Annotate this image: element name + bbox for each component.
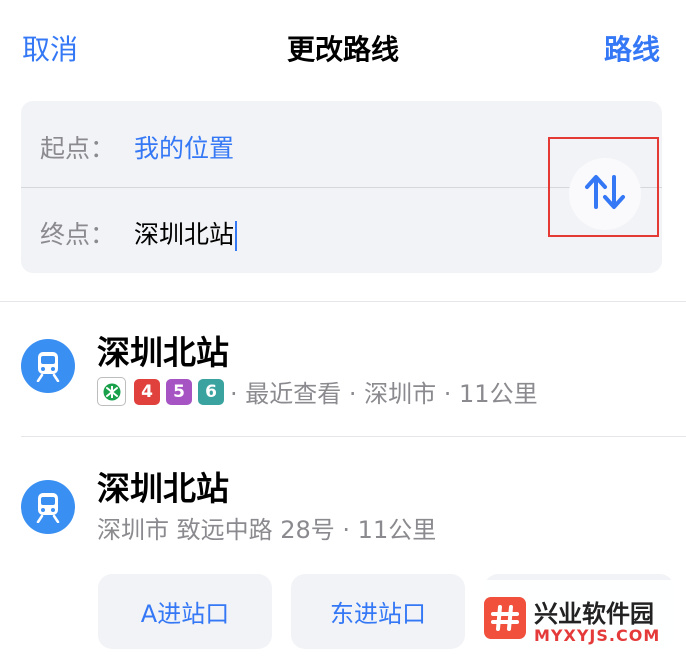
start-label: 起点： (40, 134, 116, 163)
exit-button-east[interactable]: 东进站口 (291, 574, 465, 649)
end-label: 终点： (40, 220, 116, 249)
watermark: 兴业软件园 MYXYJS.COM (478, 580, 686, 665)
navigation-header: 取消 更改路线 路线 (0, 0, 686, 95)
watermark-name: 兴业软件园 (534, 600, 654, 628)
result-meta: · 最近查看 · 深圳市 · 11公里 (230, 380, 538, 408)
end-field[interactable]: 终点： 深圳北站 (21, 187, 541, 273)
metro-logo-icon (97, 377, 126, 406)
highlight-annotation-box (548, 137, 659, 237)
start-value: 我的位置 (134, 134, 235, 163)
start-field[interactable]: 起点： 我的位置 (21, 101, 541, 187)
result-subtitle: 4 5 6 · 最近查看 · 深圳市 · 11公里 (97, 374, 538, 409)
result-divider (21, 436, 686, 437)
end-input[interactable]: 深圳北站 (134, 215, 238, 251)
result-title: 深圳北站 (97, 469, 229, 508)
text-cursor (235, 221, 238, 251)
section-divider (0, 301, 686, 302)
result-subtitle: 深圳市 致远中路 28号 · 11公里 (97, 516, 437, 544)
page-title: 更改路线 (286, 33, 399, 66)
line-badge: 4 (134, 378, 160, 405)
line-badge: 5 (166, 378, 192, 405)
train-icon (21, 480, 75, 534)
end-value: 深圳北站 (134, 220, 235, 249)
watermark-logo-icon (484, 597, 526, 639)
search-result-item[interactable]: 深圳北站 深圳市 致远中路 28号 · 11公里 (0, 456, 686, 556)
train-icon (21, 339, 75, 393)
line-badge: 6 (198, 378, 224, 405)
route-button[interactable]: 路线 (604, 28, 660, 68)
search-result-item[interactable]: 深圳北站 4 5 6 · 最近查看 · 深圳市 · 11公里 (0, 320, 686, 436)
exit-button-a[interactable]: A进站口 (98, 574, 272, 649)
result-title: 深圳北站 (97, 333, 229, 372)
watermark-url: MYXYJS.COM (534, 626, 661, 645)
